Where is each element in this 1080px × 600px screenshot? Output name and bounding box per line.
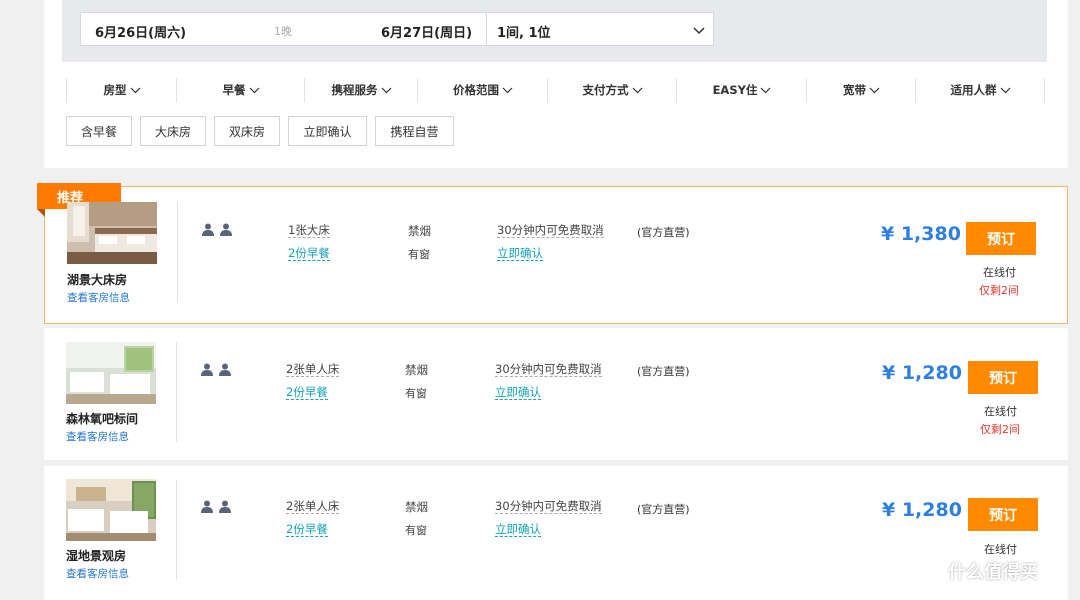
tag-ctrip-self-run[interactable]: 携程自营 bbox=[375, 116, 454, 146]
room-name[interactable]: 湿地景观房 bbox=[66, 547, 126, 564]
room-guest-count[interactable]: 1间, 1位 bbox=[497, 22, 551, 41]
max-occupancy bbox=[201, 363, 231, 376]
filter-easy-stay[interactable]: EASY住 bbox=[676, 78, 807, 102]
room-price: ¥ 1,280 bbox=[882, 362, 962, 384]
person-icon bbox=[219, 363, 231, 376]
site-watermark: 什么值得买 bbox=[912, 556, 1038, 586]
room-card: 推荐 湖景大床房 查看客房信息 1张大床 2份早餐 禁烟 有窗 30分钟内可免费… bbox=[37, 183, 1068, 324]
person-icon bbox=[201, 363, 213, 376]
filter-label: 携程服务 bbox=[331, 83, 378, 97]
filter-payment[interactable]: 支付方式 bbox=[547, 78, 677, 102]
tag-breakfast[interactable]: 含早餐 bbox=[66, 116, 132, 146]
room-price: ¥ 1,280 bbox=[882, 499, 962, 521]
tag-instant-confirm[interactable]: 立即确认 bbox=[288, 116, 367, 146]
bed-type[interactable]: 1张大床 bbox=[288, 223, 330, 238]
chevron-down-icon bbox=[502, 87, 513, 94]
seller-type: (官方直营) bbox=[637, 226, 690, 239]
divider bbox=[1044, 78, 1045, 102]
bed-type[interactable]: 2张单人床 bbox=[286, 362, 340, 377]
breakfast-info[interactable]: 2份早餐 bbox=[288, 246, 330, 261]
tag-double-bed[interactable]: 大床房 bbox=[140, 116, 206, 146]
filter-bar: 房型 早餐 携程服务 价格范围 支付方式 EASY住 宽带 适用人群 bbox=[66, 78, 1046, 104]
max-occupancy bbox=[202, 223, 232, 236]
window-info: 有窗 bbox=[408, 248, 430, 261]
divider bbox=[486, 13, 487, 45]
filter-ctrip-service[interactable]: 携程服务 bbox=[304, 78, 418, 102]
chevron-down-icon bbox=[381, 87, 391, 94]
smoking-policy: 禁烟 bbox=[408, 224, 431, 238]
room-photo[interactable] bbox=[66, 342, 156, 404]
room-info-link[interactable]: 查看客房信息 bbox=[66, 566, 129, 581]
filter-label: 房型 bbox=[103, 83, 127, 97]
person-icon bbox=[202, 223, 214, 236]
confirm-type[interactable]: 立即确认 bbox=[497, 246, 543, 261]
room-photo[interactable] bbox=[66, 479, 156, 541]
person-icon bbox=[219, 500, 231, 513]
seller-type: (官方直营) bbox=[637, 503, 690, 516]
filter-room-type[interactable]: 房型 bbox=[66, 78, 177, 102]
cancel-policy[interactable]: 30分钟内可免费取消 bbox=[495, 362, 602, 377]
smoking-policy: 禁烟 bbox=[405, 500, 428, 514]
nights-count: 1晚 bbox=[274, 25, 292, 38]
person-icon bbox=[201, 500, 213, 513]
book-button[interactable]: 预订 bbox=[966, 222, 1036, 255]
filter-price-range[interactable]: 价格范围 bbox=[417, 78, 548, 102]
seller-type: (官方直营) bbox=[637, 365, 690, 378]
chevron-down-icon bbox=[249, 87, 259, 94]
payment-type: 在线付 bbox=[984, 405, 1017, 418]
room-photo[interactable] bbox=[67, 202, 157, 264]
room-name[interactable]: 湖景大床房 bbox=[67, 271, 127, 288]
filter-label: 价格范围 bbox=[453, 83, 499, 97]
payment-type: 在线付 bbox=[984, 543, 1017, 556]
book-button[interactable]: 预订 bbox=[968, 361, 1038, 394]
room-name[interactable]: 森林氧吧标间 bbox=[66, 410, 138, 427]
divider bbox=[177, 201, 178, 303]
filter-breakfast[interactable]: 早餐 bbox=[176, 78, 305, 102]
breakfast-info[interactable]: 2份早餐 bbox=[286, 522, 328, 537]
watermark-text: 什么值得买 bbox=[948, 562, 1038, 583]
filter-label: 支付方式 bbox=[582, 83, 629, 97]
cancel-policy[interactable]: 30分钟内可免费取消 bbox=[495, 499, 602, 514]
checkout-date[interactable]: 6月27日(周日) bbox=[381, 22, 472, 41]
payment-type: 在线付 bbox=[983, 266, 1016, 279]
filter-audience[interactable]: 适用人群 bbox=[915, 78, 1045, 102]
bed-type[interactable]: 2张单人床 bbox=[286, 499, 340, 514]
person-icon bbox=[220, 223, 232, 236]
window-info: 有窗 bbox=[405, 387, 427, 400]
rooms-remaining: 仅剩2间 bbox=[979, 284, 1019, 297]
chevron-down-icon bbox=[130, 87, 140, 94]
cancel-policy[interactable]: 30分钟内可免费取消 bbox=[497, 223, 604, 238]
divider bbox=[176, 342, 177, 442]
filter-broadband[interactable]: 宽带 bbox=[806, 78, 916, 102]
divider bbox=[176, 480, 177, 580]
chevron-down-icon[interactable] bbox=[691, 22, 707, 38]
chevron-down-icon bbox=[632, 87, 642, 94]
watermark-logo-icon bbox=[912, 556, 942, 586]
checkin-date[interactable]: 6月26日(周六) bbox=[95, 22, 186, 41]
room-card: 森林氧吧标间 查看客房信息 2张单人床 2份早餐 禁烟 有窗 30分钟内可免费取… bbox=[44, 328, 1068, 460]
chevron-down-icon bbox=[869, 87, 880, 94]
badge-fold bbox=[37, 209, 45, 217]
date-guest-selector[interactable]: 6月26日(周六) 1晚 6月27日(周日) 1间, 1位 bbox=[80, 12, 714, 46]
chevron-down-icon bbox=[761, 87, 771, 94]
chevron-down-icon bbox=[1000, 87, 1010, 94]
filter-label: 早餐 bbox=[222, 83, 246, 97]
breakfast-info[interactable]: 2份早餐 bbox=[286, 385, 328, 400]
filter-label: 宽带 bbox=[843, 83, 866, 97]
room-info-link[interactable]: 查看客房信息 bbox=[66, 429, 129, 444]
confirm-type[interactable]: 立即确认 bbox=[495, 385, 541, 400]
filter-label: EASY住 bbox=[712, 83, 758, 97]
window-info: 有窗 bbox=[405, 524, 427, 537]
confirm-type[interactable]: 立即确认 bbox=[495, 522, 541, 537]
book-button[interactable]: 预订 bbox=[968, 498, 1038, 531]
room-info-link[interactable]: 查看客房信息 bbox=[67, 290, 130, 305]
tag-twin-bed[interactable]: 双床房 bbox=[214, 116, 280, 146]
room-price: ¥ 1,380 bbox=[881, 223, 961, 245]
filter-label: 适用人群 bbox=[950, 83, 997, 97]
max-occupancy bbox=[201, 500, 231, 513]
rooms-remaining: 仅剩2间 bbox=[980, 423, 1020, 436]
smoking-policy: 禁烟 bbox=[405, 363, 428, 377]
